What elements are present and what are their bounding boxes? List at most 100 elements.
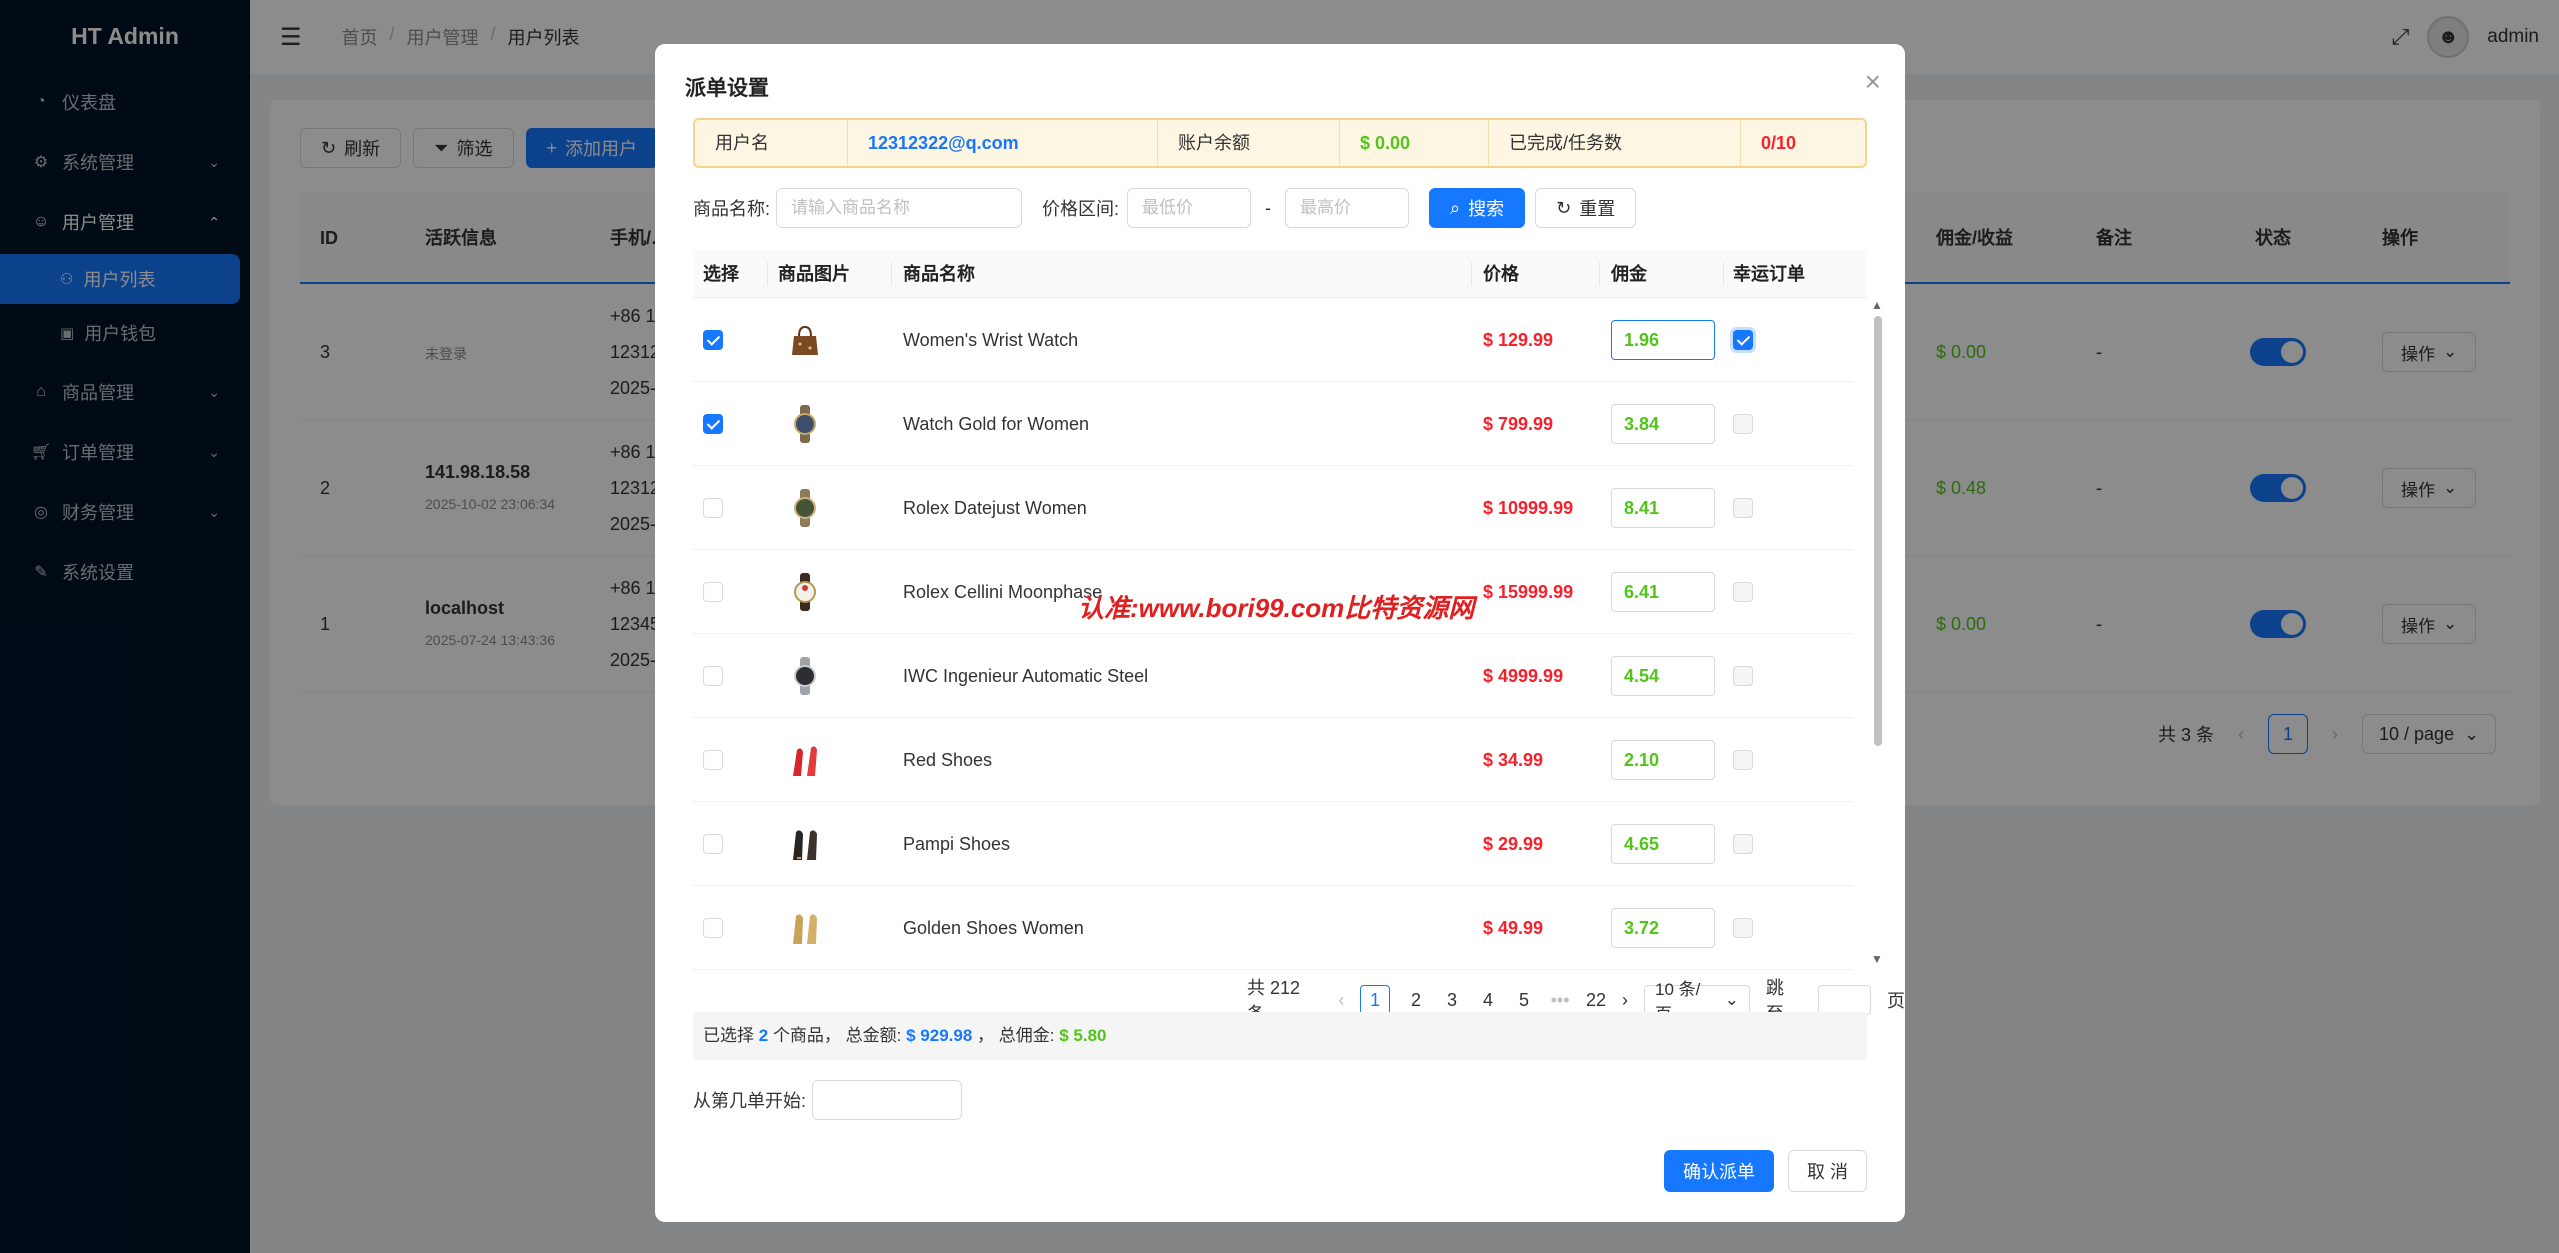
table-row: Red Shoes $ 34.99 2.10 xyxy=(693,718,1853,802)
watermark-text: 认准:www.bori99.com比特资源网 xyxy=(1078,593,1475,623)
range-dash: - xyxy=(1265,197,1272,218)
watch-icon xyxy=(794,657,816,695)
scroll-down-icon[interactable]: ▼ xyxy=(1871,952,1883,966)
scroll-up-icon[interactable]: ▲ xyxy=(1871,298,1883,312)
column-header: 价格 xyxy=(1483,264,1519,284)
table-row: Rolex Datejust Women $ 10999.99 8.41 xyxy=(693,466,1853,550)
min-price-input[interactable] xyxy=(1127,188,1252,228)
commission-input[interactable]: 6.41 xyxy=(1611,572,1715,612)
summary-text: 个商品， 总金额: xyxy=(772,1026,902,1045)
bag-icon xyxy=(792,325,818,355)
page-ellipsis[interactable]: ••• xyxy=(1550,990,1570,1011)
product-price: $ 15999.99 xyxy=(1483,582,1574,602)
username-label: 用户名 xyxy=(695,120,848,166)
chevron-down-icon: ⌄ xyxy=(1724,990,1739,1009)
scrollbar-thumb[interactable] xyxy=(1874,316,1882,746)
column-divider xyxy=(767,262,768,286)
page-number[interactable]: 22 xyxy=(1586,990,1606,1011)
total-amount: $ 929.98 xyxy=(906,1026,973,1045)
lucky-order-checkbox[interactable] xyxy=(1733,498,1753,518)
page-number[interactable]: 4 xyxy=(1478,990,1498,1011)
commission-input[interactable]: 4.65 xyxy=(1611,824,1715,864)
progress-label: 已完成/任务数 xyxy=(1489,120,1741,166)
selected-count: 2 xyxy=(758,1026,769,1045)
filter-row: 商品名称: 价格区间: - ⌕ 搜索 ↻ 重置 xyxy=(693,188,1637,228)
product-name: Watch Gold for Women xyxy=(903,414,1090,434)
username-value: 12312322@q.com xyxy=(848,120,1158,166)
page-size-select[interactable]: 10 条/页⌄ xyxy=(1644,980,1750,1024)
product-image xyxy=(783,570,827,614)
lucky-order-checkbox[interactable] xyxy=(1733,750,1753,770)
search-button[interactable]: ⌕ 搜索 xyxy=(1429,188,1526,228)
select-checkbox[interactable] xyxy=(703,582,723,602)
price-range-label: 价格区间: xyxy=(1042,199,1120,219)
page-number[interactable]: 3 xyxy=(1442,990,1462,1011)
page-number[interactable]: 1 xyxy=(1360,985,1391,1015)
close-icon[interactable]: × xyxy=(1865,66,1881,98)
select-checkbox[interactable] xyxy=(703,414,723,434)
page-number[interactable]: 2 xyxy=(1406,990,1426,1011)
lucky-order-checkbox[interactable] xyxy=(1733,918,1753,938)
shoe-icon xyxy=(793,746,817,776)
vertical-scrollbar[interactable]: ▲ ▼ xyxy=(1871,298,1883,970)
column-header: 选择 xyxy=(703,264,739,284)
watch-icon xyxy=(794,489,816,527)
selection-summary: 已选择 2 个商品， 总金额: $ 929.98 ， 总佣金: $ 5.80 xyxy=(693,1012,1867,1060)
prev-page-icon[interactable]: ‹ xyxy=(1338,990,1344,1011)
select-checkbox[interactable] xyxy=(703,498,723,518)
product-name: IWC Ingenieur Automatic Steel xyxy=(903,666,1149,686)
jump-page-input[interactable] xyxy=(1817,985,1871,1015)
commission-input[interactable]: 3.72 xyxy=(1611,908,1715,948)
search-label: 搜索 xyxy=(1468,199,1505,219)
next-page-icon[interactable]: › xyxy=(1622,990,1628,1011)
product-name: Golden Shoes Women xyxy=(903,918,1084,938)
product-name-input[interactable] xyxy=(776,188,1023,228)
lucky-order-checkbox[interactable] xyxy=(1733,582,1753,602)
table-row: Women's Wrist Watch $ 129.99 1.96 xyxy=(693,298,1853,382)
lucky-order-checkbox[interactable] xyxy=(1733,666,1753,686)
max-price-input[interactable] xyxy=(1285,188,1410,228)
column-divider xyxy=(1471,262,1472,286)
product-name: Women's Wrist Watch xyxy=(903,330,1079,350)
product-image xyxy=(783,738,827,782)
product-name: Rolex Datejust Women xyxy=(903,498,1087,518)
shoe-icon xyxy=(793,914,817,944)
total-commission: $ 5.80 xyxy=(1059,1026,1107,1045)
lucky-order-checkbox[interactable] xyxy=(1733,414,1753,434)
select-checkbox[interactable] xyxy=(703,666,723,686)
watch-icon xyxy=(794,405,816,443)
product-name-label: 商品名称: xyxy=(693,199,771,219)
commission-input[interactable]: 2.10 xyxy=(1611,740,1715,780)
start-order-row: 从第几单开始: xyxy=(693,1080,963,1120)
page-number[interactable]: 5 xyxy=(1514,990,1534,1011)
table-row: IWC Ingenieur Automatic Steel $ 4999.99 … xyxy=(693,634,1853,718)
product-image xyxy=(783,318,827,362)
search-icon: ⌕ xyxy=(1450,197,1461,218)
select-checkbox[interactable] xyxy=(703,918,723,938)
product-image xyxy=(783,486,827,530)
product-price: $ 129.99 xyxy=(1483,330,1554,350)
select-checkbox[interactable] xyxy=(703,750,723,770)
column-header: 佣金 xyxy=(1611,264,1647,284)
watch-icon xyxy=(794,573,816,611)
product-price: $ 799.99 xyxy=(1483,414,1554,434)
column-header: 商品图片 xyxy=(778,264,850,284)
lucky-order-checkbox[interactable] xyxy=(1733,834,1753,854)
cancel-button[interactable]: 取 消 xyxy=(1787,1150,1867,1192)
reset-button[interactable]: ↻ 重置 xyxy=(1535,188,1637,228)
start-order-input[interactable] xyxy=(812,1080,963,1120)
column-header: 幸运订单 xyxy=(1733,264,1805,284)
lucky-order-checkbox[interactable] xyxy=(1733,330,1753,350)
column-header: 商品名称 xyxy=(903,264,975,284)
commission-input[interactable]: 3.84 xyxy=(1611,404,1715,444)
product-name: Rolex Cellini Moonphase xyxy=(903,582,1103,602)
confirm-dispatch-button[interactable]: 确认派单 xyxy=(1663,1150,1774,1192)
commission-input[interactable]: 4.54 xyxy=(1611,656,1715,696)
select-checkbox[interactable] xyxy=(703,834,723,854)
user-info-bar: 用户名 12312322@q.com 账户余额 $ 0.00 已完成/任务数 0… xyxy=(693,118,1867,168)
commission-input[interactable]: 8.41 xyxy=(1611,488,1715,528)
commission-input[interactable]: 1.96 xyxy=(1611,320,1715,360)
progress-value: 0/10 xyxy=(1761,133,1797,153)
select-checkbox[interactable] xyxy=(703,330,723,350)
product-price: $ 29.99 xyxy=(1483,834,1544,854)
